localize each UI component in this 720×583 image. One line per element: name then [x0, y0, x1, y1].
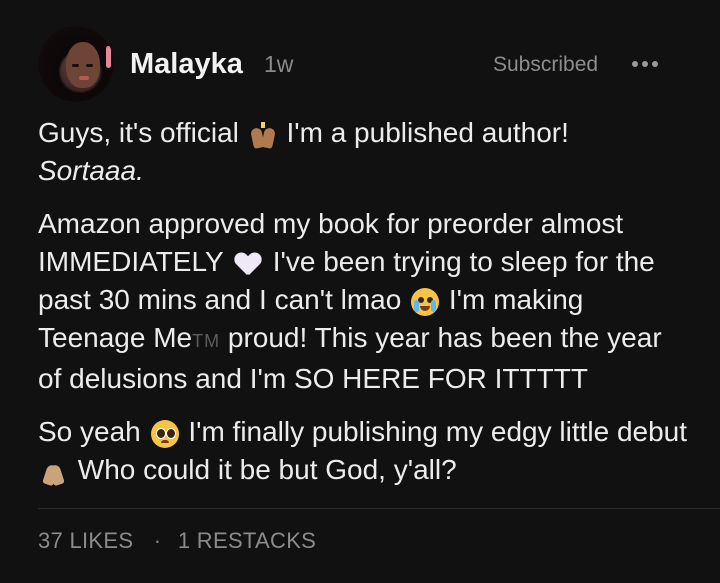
- pleading-face-icon: [150, 419, 179, 448]
- text-italic: Sortaaa.: [38, 155, 144, 186]
- post-header: Malayka 1w Subscribed: [38, 24, 680, 104]
- paragraph-3: So yeah I'm finally publishing my edgy l…: [38, 413, 690, 489]
- more-options-icon[interactable]: [632, 52, 662, 75]
- text: I'm finally publishing my edgy little de…: [188, 416, 688, 447]
- post-body: Guys, it's official I'm a published auth…: [38, 114, 690, 504]
- author-name[interactable]: Malayka: [130, 48, 243, 81]
- subscribed-button[interactable]: Subscribed: [493, 53, 598, 77]
- text: Guys, it's official: [38, 117, 239, 148]
- paragraph-1: Guys, it's official I'm a published auth…: [38, 114, 690, 190]
- text: So yeah: [38, 416, 141, 447]
- divider: [38, 508, 720, 509]
- likes-count[interactable]: 37 LIKES: [38, 528, 133, 553]
- text: Who could it be but God, y'all?: [77, 454, 457, 485]
- text: I'm a published author!: [286, 117, 569, 148]
- raising-hands-icon: [249, 121, 276, 149]
- trademark: TM: [192, 331, 221, 351]
- white-heart-icon: [235, 253, 261, 275]
- folded-hands-icon: [41, 459, 67, 486]
- paragraph-2: Amazon approved my book for preorder alm…: [38, 205, 690, 398]
- restacks-count[interactable]: 1 RESTACKS: [178, 528, 316, 553]
- separator: ·: [153, 528, 162, 553]
- post-footer: 37 LIKES · 1 RESTACKS: [38, 528, 316, 554]
- avatar[interactable]: [38, 26, 114, 102]
- crying-face-icon: [411, 287, 440, 316]
- post-age: 1w: [264, 51, 294, 77]
